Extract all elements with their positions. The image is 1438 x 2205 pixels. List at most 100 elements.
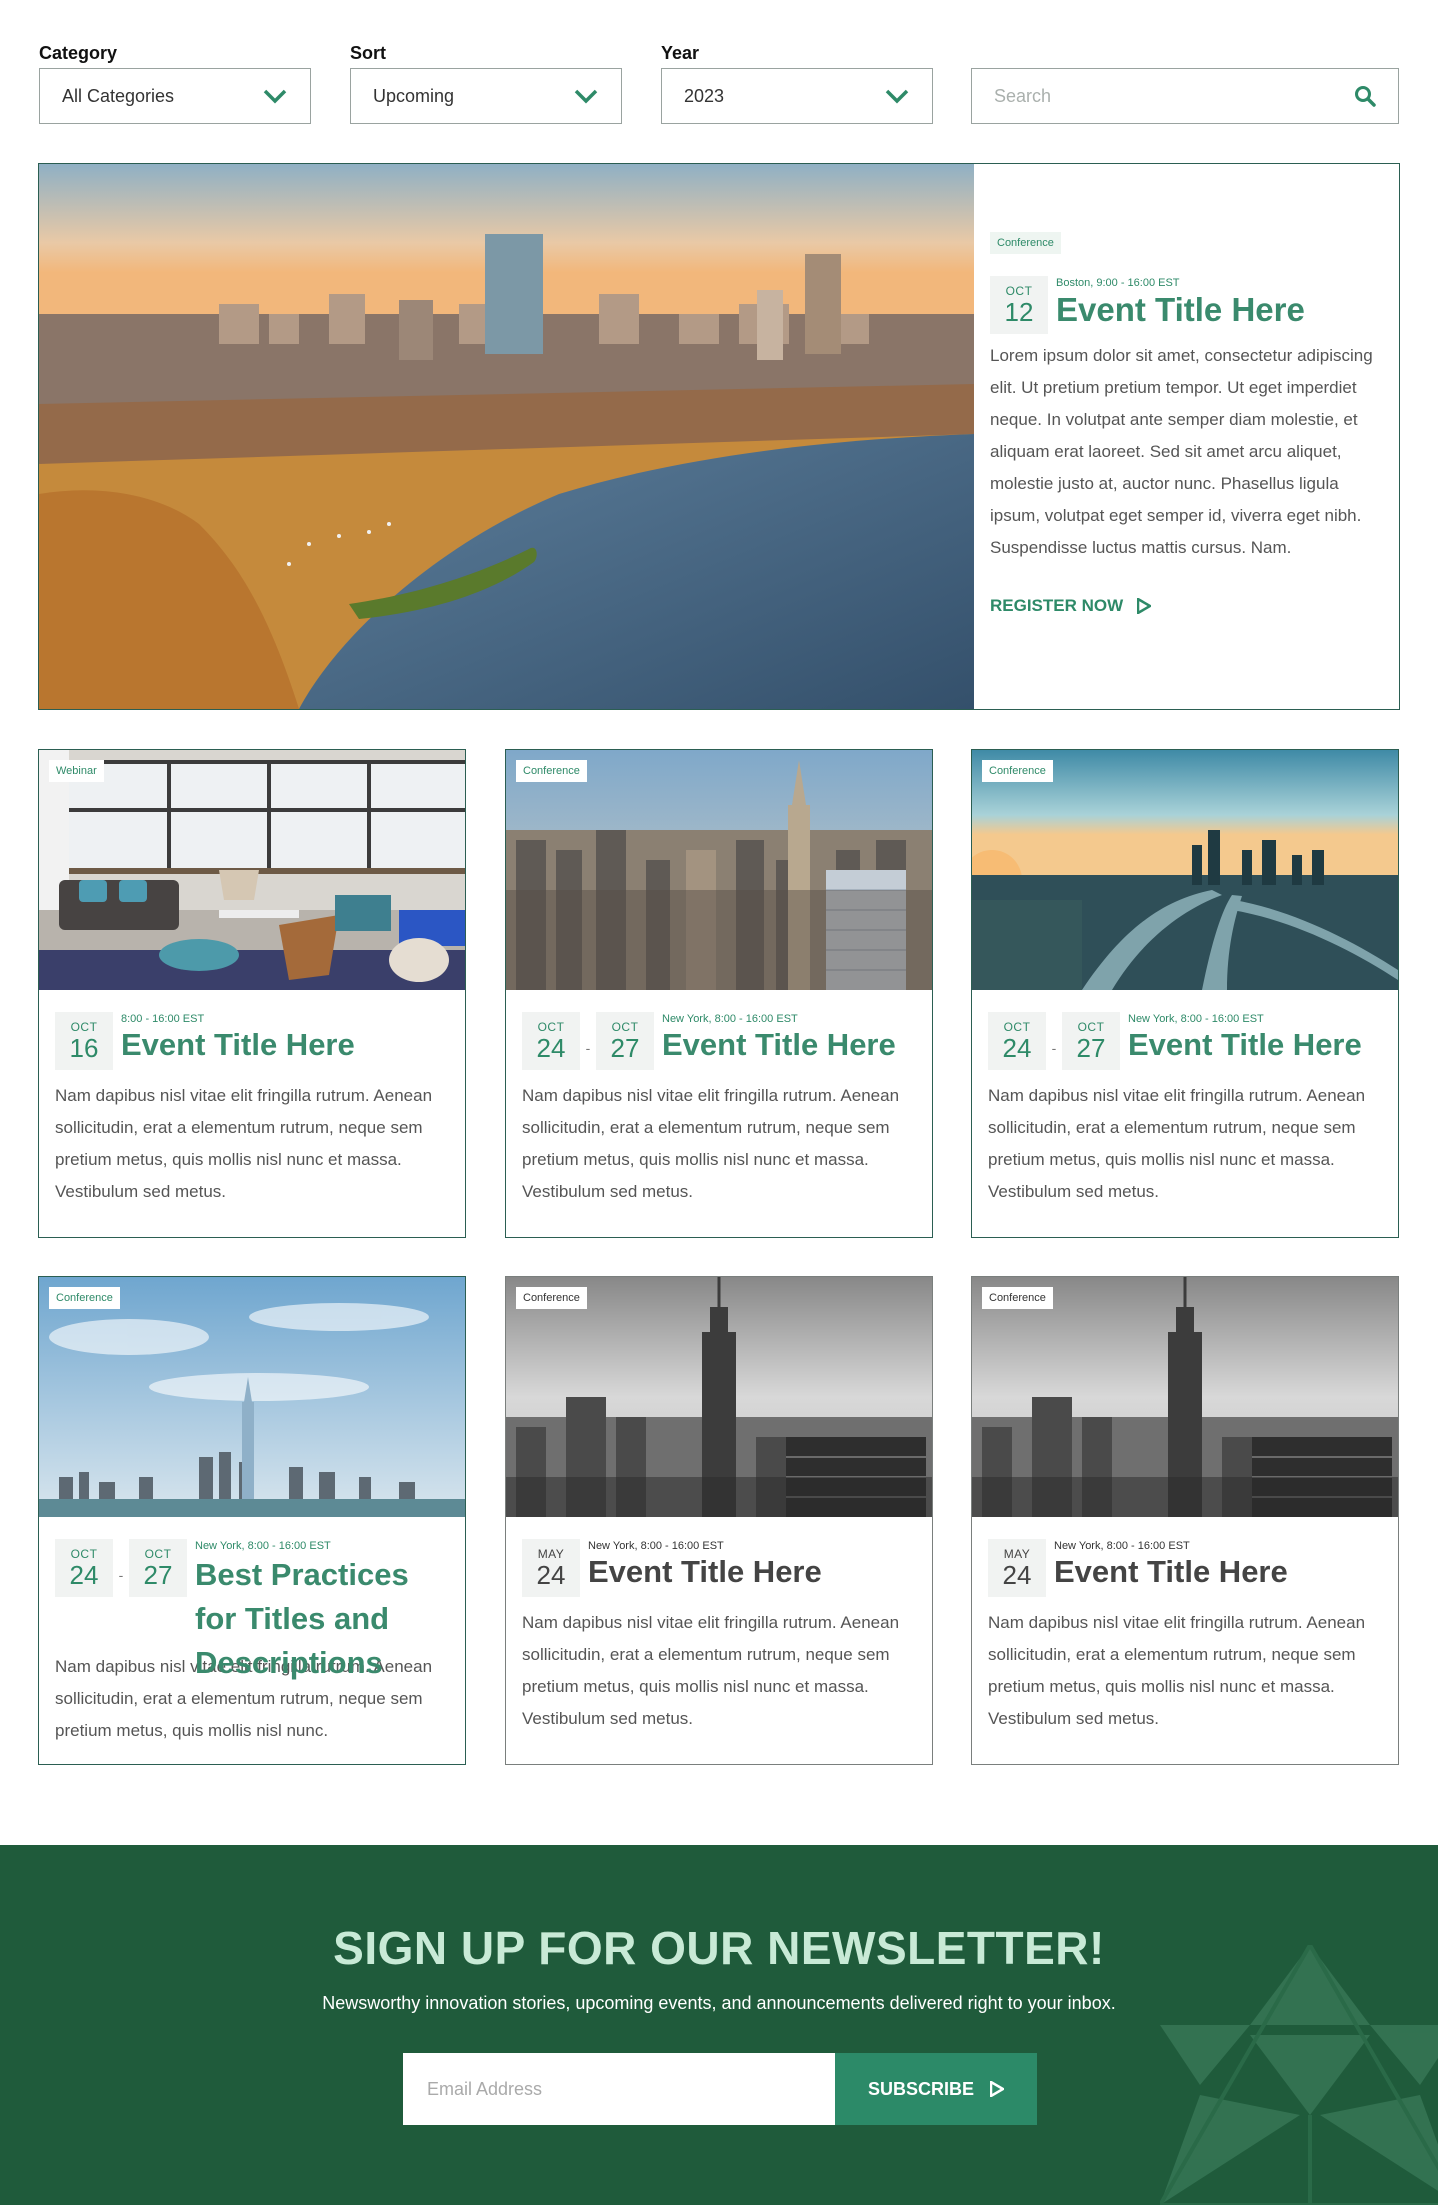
event-card-content: OCT 24 - OCT 27 New York, 8:00 - 16:00 E… [39,1517,465,1747]
triangle-pattern-icon [1160,1945,1438,2205]
event-card[interactable]: Conference MAY 24 New York, 8:00 - 16:00… [505,1276,933,1765]
newsletter-form: SUBSCRIBE [403,2053,1037,2125]
event-date-row: OCT 16 8:00 - 16:00 EST Event Title Here [55,1012,449,1070]
event-date-chip: OCT 12 [990,276,1048,334]
event-card[interactable]: Webinar OCT 16 8:00 - 16:00 EST Event Ti… [38,749,466,1238]
event-card-content: OCT 16 8:00 - 16:00 EST Event Title Here… [39,990,465,1208]
event-description: Nam dapibus nisl vitae elit fringilla ru… [522,1613,900,1728]
event-card-content: OCT 24 - OCT 27 New York, 8:00 - 16:00 E… [506,990,932,1208]
event-info: New York, 8:00 - 16:00 EST Event Title H… [662,1012,896,1064]
event-card-image: Webinar [39,750,465,990]
event-description: Nam dapibus nisl vitae elit fringilla ru… [988,1086,1366,1201]
event-day: 24 [536,1033,566,1063]
event-date-row: MAY 24 New York, 8:00 - 16:00 EST Event … [988,1539,1382,1597]
year-label: Year [661,43,700,63]
subscribe-button[interactable]: SUBSCRIBE [835,2053,1037,2125]
year-select[interactable]: 2023 [661,68,933,124]
event-info: New York, 8:00 - 16:00 EST Event Title H… [588,1539,822,1591]
category-value: All Categories [62,85,175,106]
event-end-date-chip: OCT 27 [129,1539,187,1597]
event-description: Nam dapibus nisl vitae elit fringilla ru… [988,1613,1366,1728]
event-date-row: OCT 24 - OCT 27 New York, 8:00 - 16:00 E… [522,1012,916,1070]
event-title[interactable]: Event Title Here [1056,290,1305,330]
event-card-content: OCT 24 - OCT 27 New York, 8:00 - 16:00 E… [972,990,1398,1208]
event-meta: Boston, 9:00 - 16:00 EST [1056,277,1180,289]
search-box [971,68,1399,124]
featured-event[interactable]: Conference OCT 12 Boston, 9:00 - 16:00 E… [38,163,1400,710]
featured-event-content: Conference OCT 12 Boston, 9:00 - 16:00 E… [974,164,1399,709]
event-category-tag: Conference [516,1287,587,1309]
sort-select[interactable]: Upcoming [350,68,622,124]
register-now-link[interactable]: REGISTER NOW [990,596,1383,616]
register-now-label: REGISTER NOW [990,596,1124,615]
event-end-date-chip: OCT 27 [596,1012,654,1070]
email-field[interactable] [403,2053,835,2125]
event-category-tag: Conference [516,760,587,782]
event-info: Boston, 9:00 - 16:00 EST Event Title Her… [1056,276,1305,330]
event-meta: 8:00 - 16:00 EST [121,1013,205,1025]
event-start-date-chip: OCT 24 [522,1012,580,1070]
event-title[interactable]: Best Practices for Titles and Descriptio… [195,1553,455,1685]
event-date-row: OCT 12 Boston, 9:00 - 16:00 EST Event Ti… [990,276,1383,334]
event-title[interactable]: Event Title Here [662,1026,896,1064]
event-month: MAY [1003,1547,1031,1561]
event-date-chip: MAY 24 [522,1539,580,1597]
event-title[interactable]: Event Title Here [588,1553,822,1591]
event-card-image: Conference [39,1277,465,1517]
event-month: OCT [1077,1020,1105,1034]
category-filter: Category All Categories [39,40,311,124]
year-filter: Year 2023 [661,40,933,124]
event-info: New York, 8:00 - 16:00 EST Event Title H… [1128,1012,1362,1064]
event-description: Nam dapibus nisl vitae elit fringilla ru… [55,1086,433,1201]
event-card-image: Conference [506,750,932,990]
date-separator: - [1051,1040,1057,1056]
search-input[interactable] [994,85,1334,107]
date-separator: - [118,1567,124,1583]
newsletter-section: SIGN UP FOR OUR NEWSLETTER! Newsworthy i… [0,1845,1438,2205]
event-category-tag: Conference [49,1287,120,1309]
event-start-date-chip: OCT 24 [55,1539,113,1597]
event-meta: New York, 8:00 - 16:00 EST [195,1540,331,1552]
event-category-tag: Conference [982,760,1053,782]
event-start-date-chip: OCT 24 [988,1012,1046,1070]
event-date-chip: MAY 24 [988,1539,1046,1597]
category-label: Category [39,43,118,63]
event-card[interactable]: Conference OCT 24 - OCT 27 New York, 8:0… [38,1276,466,1765]
event-date-row: OCT 24 - OCT 27 New York, 8:00 - 16:00 E… [55,1539,449,1680]
event-card-image: Conference [506,1277,932,1517]
event-day: 24 [536,1560,566,1590]
event-description: Lorem ipsum dolor sit amet, consectetur … [990,346,1373,557]
event-date-chip: OCT 16 [55,1012,113,1070]
event-date-row: MAY 24 New York, 8:00 - 16:00 EST Event … [522,1539,916,1597]
search-icon[interactable] [1354,85,1376,107]
event-card-image: Conference [972,750,1398,990]
event-month: OCT [537,1020,565,1034]
event-day: 27 [143,1560,173,1590]
event-info: New York, 8:00 - 16:00 EST Event Title H… [1054,1539,1288,1591]
event-title[interactable]: Event Title Here [121,1026,355,1064]
event-card[interactable]: Conference OCT 24 - OCT 27 New York, 8:0… [971,749,1399,1238]
sort-filter: Sort Upcoming [350,40,622,124]
newsletter-subtitle: Newsworthy innovation stories, upcoming … [322,1993,1116,2013]
chevron-down-icon [574,89,598,104]
event-card-image: Conference [972,1277,1398,1517]
event-day: 24 [1002,1560,1032,1590]
newsletter-title: SIGN UP FOR OUR NEWSLETTER! [333,1922,1105,1974]
event-month: OCT [70,1020,98,1034]
event-meta: New York, 8:00 - 16:00 EST [662,1013,798,1025]
play-arrow-icon [990,2081,1004,2097]
event-title[interactable]: Event Title Here [1128,1026,1362,1064]
category-select[interactable]: All Categories [39,68,311,124]
event-category-tag: Conference [982,1287,1053,1309]
event-month: OCT [1005,284,1033,298]
event-date-row: OCT 24 - OCT 27 New York, 8:00 - 16:00 E… [988,1012,1382,1070]
event-title[interactable]: Event Title Here [1054,1553,1288,1591]
event-month: OCT [70,1547,98,1561]
event-card[interactable]: Conference MAY 24 New York, 8:00 - 16:00… [971,1276,1399,1765]
event-day: 16 [69,1033,99,1063]
play-arrow-icon [1137,598,1152,614]
sort-label: Sort [350,43,386,63]
event-month: OCT [1003,1020,1031,1034]
event-card[interactable]: Conference OCT 24 - OCT 27 New York, 8:0… [505,749,933,1238]
event-day: 24 [69,1560,99,1590]
